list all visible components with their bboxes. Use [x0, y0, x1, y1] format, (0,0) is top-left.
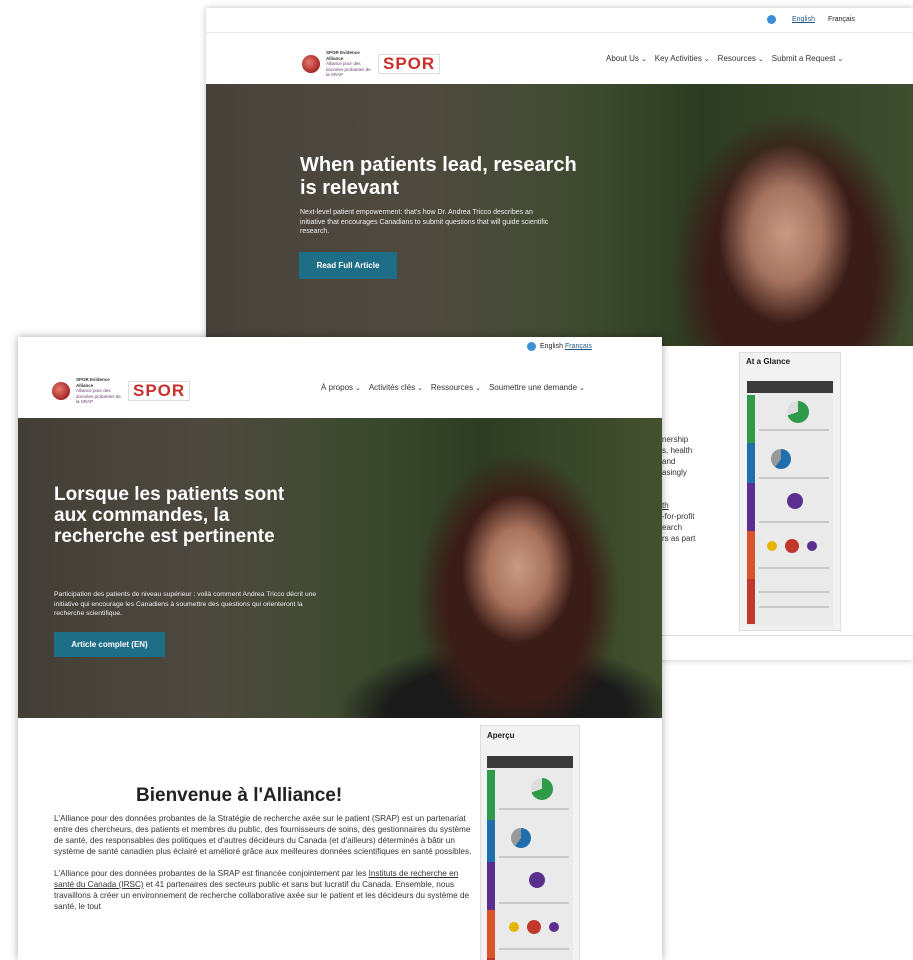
apercu-title: Aperçu — [487, 731, 515, 740]
welcome-heading: Bienvenue à l'Alliance! — [136, 785, 343, 806]
infographic-image[interactable] — [747, 381, 833, 626]
nav-about-us[interactable]: About Us — [606, 54, 647, 63]
lang-english-link[interactable]: English — [540, 343, 563, 350]
peek-text: nership s, health and asingly th -for-pr… — [662, 435, 696, 543]
infographic-image[interactable] — [487, 756, 573, 960]
hero-banner: When patients lead, research is relevant… — [206, 84, 913, 346]
apercu-panel: Aperçu — [480, 725, 580, 960]
logo-emblem-icon — [52, 381, 70, 400]
language-bar: English Français — [206, 8, 913, 33]
nav-soumettre-demande[interactable]: Soumettre une demande — [489, 383, 585, 392]
main-nav: About Us Key Activities Resources Submit… — [606, 54, 843, 63]
hero-text: Next-level patient empowerment: that's h… — [300, 209, 549, 235]
hero-banner: Lorsque les patients sont aux commandes,… — [18, 418, 662, 718]
intro-paragraph-1: L'Alliance pour des données probantes de… — [54, 814, 472, 856]
globe-icon — [527, 342, 536, 351]
lang-french-link[interactable]: Français — [565, 343, 592, 350]
nav-key-activities[interactable]: Key Activities — [655, 54, 710, 63]
logo-line1: SPOR Evidence Alliance — [326, 50, 360, 61]
read-full-article-button[interactable]: Read Full Article — [299, 252, 397, 279]
nav-a-propos[interactable]: À propos — [321, 383, 361, 392]
site-logo[interactable]: SPOR Evidence Alliance Alliance pour des… — [302, 50, 441, 78]
spor-wordmark: SPOR — [128, 380, 191, 401]
spor-wordmark: SPOR — [378, 53, 441, 74]
nav-resources[interactable]: Resources — [718, 54, 764, 63]
nav-activites-cles[interactable]: Activités clés — [369, 383, 423, 392]
at-a-glance-title: At a Glance — [746, 357, 791, 366]
intro-paragraph-2: L'Alliance pour des données probantes de… — [54, 869, 470, 911]
nav-ressources[interactable]: Ressources — [431, 383, 481, 392]
logo-emblem-icon — [302, 54, 320, 73]
at-a-glance-panel: At a Glance — [739, 352, 841, 631]
article-complet-button[interactable]: Article complet (EN) — [54, 632, 165, 657]
logo-line1: SPOR Evidence Alliance — [76, 377, 110, 388]
hero-text: Participation des patients de niveau sup… — [54, 591, 317, 617]
nav-submit-request[interactable]: Submit a Request — [772, 54, 843, 63]
lang-french-link[interactable]: Français — [828, 16, 855, 23]
main-nav: À propos Activités clés Ressources Soume… — [321, 383, 585, 392]
site-logo[interactable]: SPOR Evidence Alliance Alliance pour des… — [52, 377, 191, 405]
logo-line2: Alliance pour des données probantes de l… — [326, 61, 371, 77]
hero-title: Lorsque les patients sont aux commandes,… — [54, 484, 285, 547]
logo-line2: Alliance pour des données probantes de l… — [76, 388, 121, 404]
french-site-window: English Français SPOR Evidence Alliance … — [18, 337, 662, 960]
globe-icon — [767, 15, 776, 24]
lang-english-link[interactable]: English — [792, 16, 815, 23]
hero-title: When patients lead, research is relevant — [300, 154, 577, 199]
